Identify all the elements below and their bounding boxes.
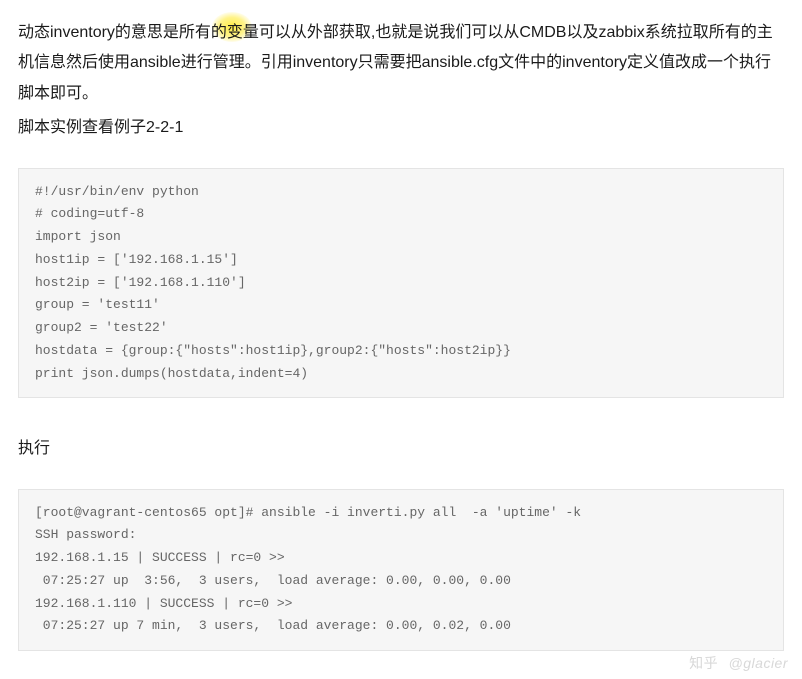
watermark-site: 知乎 (689, 655, 718, 671)
code-block-python: #!/usr/bin/env python # coding=utf-8 imp… (18, 168, 784, 399)
section-heading-execute: 执行 (18, 434, 784, 464)
intro-paragraph-2: 脚本实例查看例子2-2-1 (18, 113, 784, 143)
code-content-shell: [root@vagrant-centos65 opt]# ansible -i … (35, 505, 581, 634)
intro-paragraph-1: 动态inventory的意思是所有的变量可以从外部获取,也就是说我们可以从CMD… (18, 18, 784, 109)
intro-text-2: 脚本实例查看例子2-2-1 (18, 119, 183, 136)
section-heading-text: 执行 (18, 440, 50, 457)
watermark: 知乎 @glacier (689, 653, 788, 673)
code-block-shell: [root@vagrant-centos65 opt]# ansible -i … (18, 489, 784, 652)
code-content-python: #!/usr/bin/env python # coding=utf-8 imp… (35, 184, 511, 381)
intro-text-1: 动态inventory的意思是所有的变量可以从外部获取,也就是说我们可以从CMD… (18, 24, 773, 102)
watermark-user: @glacier (729, 655, 788, 671)
